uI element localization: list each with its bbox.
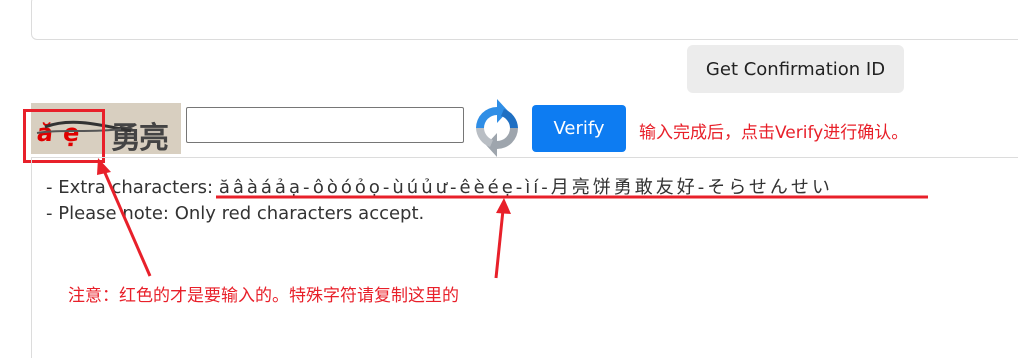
top-panel: [31, 0, 1018, 40]
refresh-captcha-icon[interactable]: [468, 99, 526, 157]
get-confirmation-id-button[interactable]: Get Confirmation ID: [687, 45, 904, 93]
extra-characters-list[interactable]: ăâàáảạ-ôòóỏọ-ùúủư-êèéẹ-ìí-月亮饼勇敢友好-そらせんせい: [219, 177, 833, 198]
verify-hint-text: 输入完成后，点击Verify进行确认。: [639, 123, 909, 143]
extra-characters-line: - Extra characters: ăâàáảạ-ôòóỏọ-ùúủư-êè…: [46, 173, 833, 199]
red-highlight-box: [23, 109, 105, 163]
verify-button[interactable]: Verify: [532, 105, 626, 152]
extra-characters-label: - Extra characters:: [46, 177, 219, 198]
captcha-input[interactable]: [186, 107, 464, 143]
red-only-note: - Please note: Only red characters accep…: [46, 203, 425, 224]
annotation-note: 注意：红色的才是要输入的。特殊字符请复制这里的: [68, 286, 459, 306]
